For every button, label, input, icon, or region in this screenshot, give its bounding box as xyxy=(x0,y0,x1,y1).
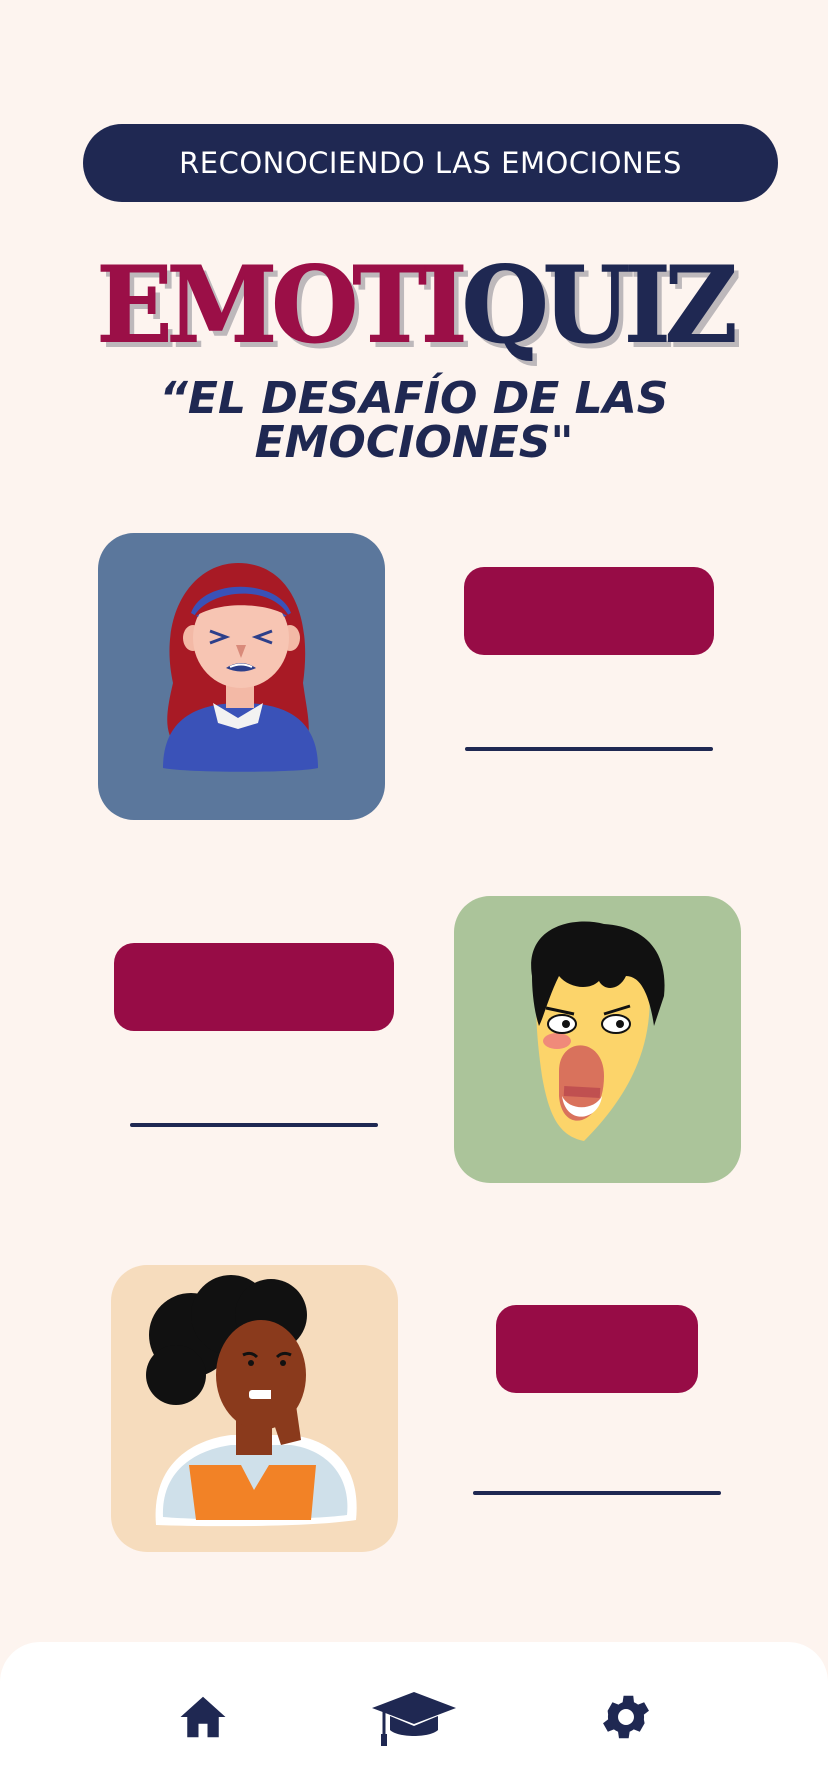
header-banner: RECONOCIENDO LAS EMOCIONES xyxy=(83,124,778,202)
boy-surprised-illustration xyxy=(531,921,665,1141)
logo-part-emoti: EMOTI xyxy=(96,243,468,367)
nav-learn-button[interactable] xyxy=(370,1688,458,1748)
banner-text: RECONOCIENDO LAS EMOCIONES xyxy=(179,146,682,180)
answer-button-1[interactable] xyxy=(464,567,714,655)
subtitle: “EL DESAFÍO DE LAS EMOCIONES" xyxy=(120,377,708,465)
answer-line-2[interactable] xyxy=(130,1123,378,1127)
logo-part-quiz: QUIZ xyxy=(461,243,738,367)
woman-nervous-illustration xyxy=(146,1275,357,1527)
subtitle-line-1: “EL DESAFÍO DE LAS xyxy=(159,373,669,424)
subtitle-line-2: EMOCIONES" xyxy=(254,417,574,468)
home-icon xyxy=(180,1696,226,1738)
girl-disgusted-illustration xyxy=(163,563,318,772)
app-logo: EMOTIQUIZ xyxy=(0,243,828,367)
gear-icon xyxy=(603,1695,649,1739)
answer-button-2[interactable] xyxy=(114,943,394,1031)
emotion-card-boy xyxy=(454,896,741,1183)
answer-line-3[interactable] xyxy=(473,1491,721,1495)
nav-home-button[interactable] xyxy=(176,1690,230,1744)
answer-button-3[interactable] xyxy=(496,1305,698,1393)
emotion-card-girl xyxy=(98,533,385,820)
graduation-cap-icon xyxy=(372,1692,456,1746)
nav-settings-button[interactable] xyxy=(597,1688,655,1746)
emotion-card-woman xyxy=(111,1265,398,1552)
answer-line-1[interactable] xyxy=(465,747,713,751)
bottom-nav-bar xyxy=(0,1642,828,1792)
